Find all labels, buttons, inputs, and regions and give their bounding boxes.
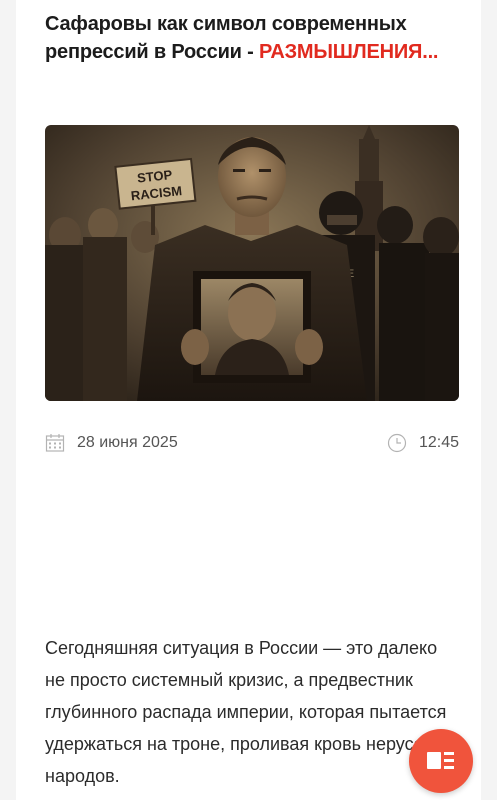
article-excerpt: Сегодняшняя ситуация в России — это дале… <box>45 632 460 792</box>
article-title-accent: РАЗМЫШЛЕНИЯ... <box>258 41 439 63</box>
article-list-icon <box>427 752 454 769</box>
date-text: 28 июня 2025 <box>77 434 178 451</box>
clock-icon <box>387 433 407 453</box>
article-list-button[interactable] <box>409 729 473 793</box>
article-time: 12:45 <box>387 431 459 455</box>
time-text: 12:45 <box>418 434 459 451</box>
calendar-icon <box>45 434 65 452</box>
article-title[interactable]: Сафаровы как символ современных репресси… <box>45 10 465 66</box>
page-margin-right <box>481 0 497 800</box>
page-margin-left <box>0 0 16 800</box>
article-date: 28 июня 2025 <box>45 431 178 455</box>
excerpt-text: Сегодняшняя ситуация в России — это дале… <box>45 638 450 786</box>
article-image[interactable]: STOP RACISM ICE <box>45 125 459 401</box>
